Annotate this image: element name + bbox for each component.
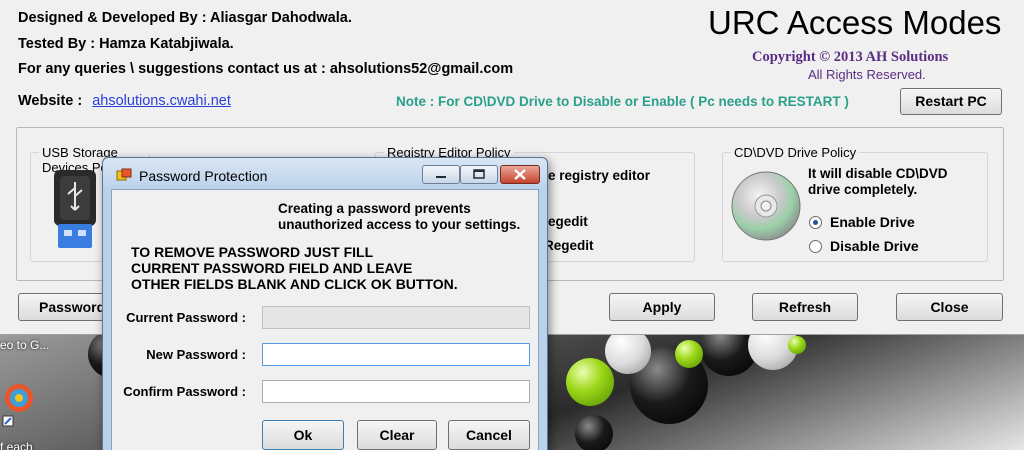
minimize-button[interactable] <box>422 165 460 184</box>
dialog-body: Creating a password prevents unauthorize… <box>111 189 539 450</box>
disable-drive-option[interactable]: Disable Drive <box>809 238 919 254</box>
dialog-title: Password Protection <box>139 168 268 184</box>
apply-button[interactable]: Apply <box>609 293 715 321</box>
minimize-icon <box>436 176 446 178</box>
wallpaper-ball <box>575 415 613 450</box>
cd-group-title: CD\DVD Drive Policy <box>731 145 860 160</box>
tested-by-text: Tested By : Hamza Katabjiwala. <box>18 36 234 52</box>
restart-pc-button[interactable]: Restart PC <box>900 88 1002 115</box>
disable-drive-radio[interactable] <box>809 239 822 253</box>
wallpaper-ball <box>788 336 806 354</box>
dialog-close-button[interactable] <box>500 165 540 184</box>
instr-line3: OTHER FIELDS BLANK AND CLICK OK BUTTON. <box>131 276 458 292</box>
refresh-button[interactable]: Refresh <box>752 293 858 321</box>
website-label: Website : <box>18 93 83 109</box>
clear-button[interactable]: Clear <box>357 420 437 450</box>
dialog-intro: Creating a password prevents unauthorize… <box>278 201 520 233</box>
wallpaper-ball <box>675 340 703 368</box>
instr-line1: TO REMOVE PASSWORD JUST FILL <box>131 244 374 260</box>
intro-line2: unauthorized access to your settings. <box>278 217 521 232</box>
app-window-icon <box>116 168 132 181</box>
instr-line2: CURRENT PASSWORD FIELD AND LEAVE <box>131 260 413 276</box>
dialog-instructions: TO REMOVE PASSWORD JUST FILL CURRENT PAS… <box>131 244 458 292</box>
maximize-icon <box>473 169 485 179</box>
rights-text: All Rights Reserved. <box>808 67 926 82</box>
cd-desc-line1: It will disable CD\DVD <box>808 166 948 181</box>
copyright-text: Copyright © 2013 AH Solutions <box>752 49 949 65</box>
wallpaper-ball <box>566 358 614 406</box>
close-icon <box>514 169 526 180</box>
new-password-field[interactable] <box>262 343 530 366</box>
desktop-shortcut-label[interactable]: eo to G... <box>0 338 49 352</box>
disable-drive-label[interactable]: Disable Drive <box>830 238 919 254</box>
cd-disc-icon <box>731 171 801 241</box>
cd-description: It will disable CD\DVD drive completely. <box>808 166 948 198</box>
desktop-app-icon[interactable] <box>2 380 40 428</box>
intro-line1: Creating a password prevents <box>278 201 471 216</box>
maximize-button[interactable] <box>460 165 498 184</box>
restart-note: Note : For CD\DVD Drive to Disable or En… <box>396 94 849 109</box>
registry-description: e registry editor <box>548 168 651 183</box>
dialog-titlebar[interactable]: Password Protection <box>103 158 547 188</box>
new-password-label: New Password : <box>146 347 246 362</box>
designed-by-text: Designed & Developed By : Aliasgar Dahod… <box>18 10 352 26</box>
ok-button[interactable]: Ok <box>262 420 344 450</box>
cancel-button[interactable]: Cancel <box>448 420 530 450</box>
contact-text: For any queries \ suggestions contact us… <box>18 61 514 77</box>
desktop-shortcut-label[interactable]: f each <box>0 440 33 450</box>
enable-drive-label[interactable]: Enable Drive <box>830 214 915 230</box>
confirm-password-label: Confirm Password : <box>123 384 246 399</box>
close-button[interactable]: Close <box>896 293 1003 321</box>
cd-desc-line2: drive completely. <box>808 182 918 197</box>
current-password-field[interactable] <box>262 306 530 329</box>
website-link[interactable]: ahsolutions.cwahi.net <box>92 93 231 109</box>
registry-option-disable[interactable]: Regedit <box>544 238 594 253</box>
enable-drive-radio[interactable] <box>809 215 822 229</box>
enable-drive-option[interactable]: Enable Drive <box>809 214 915 230</box>
website-row: Website : ahsolutions.cwahi.net <box>18 93 231 109</box>
app-title: URC Access Modes <box>708 4 1002 41</box>
usb-drive-icon <box>54 170 96 248</box>
registry-option-enable[interactable]: egedit <box>548 214 588 229</box>
current-password-label: Current Password : <box>126 310 246 325</box>
confirm-password-field[interactable] <box>262 380 530 403</box>
password-dialog: Password Protection Creating a password … <box>102 157 548 450</box>
